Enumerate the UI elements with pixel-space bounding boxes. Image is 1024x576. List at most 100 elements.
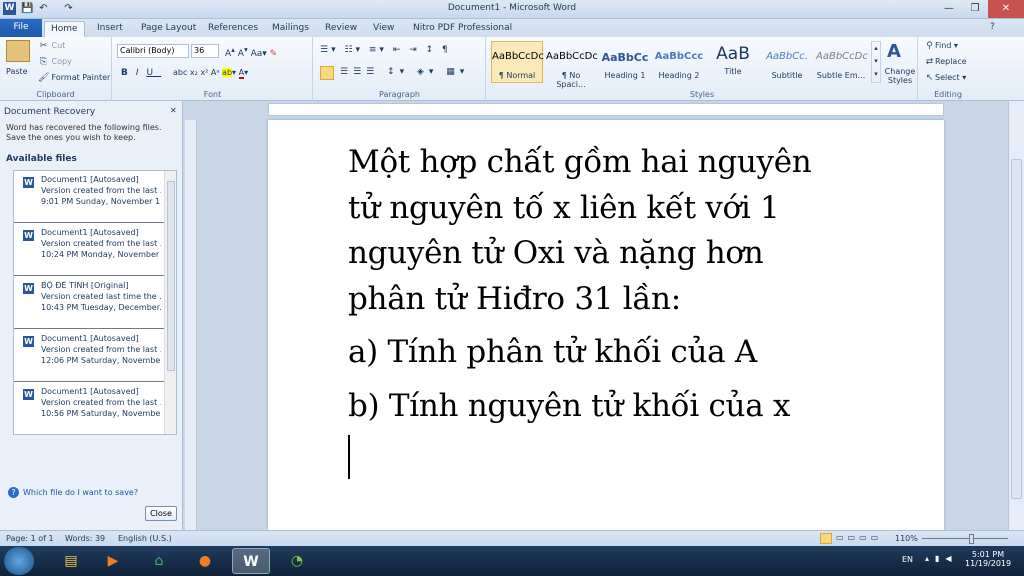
file-explorer-icon[interactable]: ▤ <box>52 548 90 574</box>
scissors-icon: ✂ <box>39 41 48 51</box>
replace-icon: ⇄ <box>925 57 934 67</box>
styles-label: Styles <box>689 90 715 99</box>
firefox-icon[interactable]: ● <box>186 548 224 574</box>
recovered-files-list[interactable]: W Document1 [Autosaved] Version created fr… <box>13 170 177 435</box>
media-player-icon[interactable]: ▶ <box>94 548 132 574</box>
available-files-heading: Available files <box>6 154 77 164</box>
recovered-file-item[interactable]: W Document1 [Autosaved] Version created fr… <box>14 224 164 276</box>
help-icon[interactable]: ? <box>990 22 995 32</box>
tab-insert[interactable]: Insert <box>91 21 129 37</box>
style-subtitle-name: Subtitle <box>771 71 803 80</box>
paste-button[interactable]: Paste <box>6 67 28 76</box>
style-heading-2[interactable]: AaBbCcc Heading 2 <box>653 41 705 83</box>
copy-icon: ⎘ <box>39 57 48 67</box>
pane-close-icon[interactable]: ✕ <box>170 106 177 115</box>
tray-icons[interactable]: ▴▮◀ <box>925 554 958 563</box>
tab-file[interactable]: File <box>0 19 42 37</box>
taskbar: ▤ ▶ ⌂ ● W ◔ EN ▴▮◀ 5:01 PM 11/19/2019 <box>0 546 1024 576</box>
styles-scroll[interactable]: ▴ ▾ ▾ <box>871 41 881 83</box>
find-button[interactable]: ⚲ Find ▾ <box>924 41 958 52</box>
align-left-button[interactable] <box>320 66 334 80</box>
font-size-dropdown[interactable]: 36 <box>191 44 219 58</box>
minimize-button[interactable]: — <box>936 0 962 18</box>
print-layout-view-icon[interactable] <box>820 533 832 544</box>
scroll-thumb[interactable] <box>1011 159 1022 499</box>
document-page[interactable]: Một hợp chất gồm hai nguyên tử nguyên tố… <box>268 120 944 530</box>
document-scrollbar[interactable] <box>1008 101 1024 530</box>
format-painter-button[interactable]: 🖌 Format Painter <box>38 73 110 84</box>
list-buttons[interactable]: ☰▾ ☷▾ ≡▾ ⇤ ⇥ ↕ ¶ <box>320 45 451 55</box>
doc-line: Một hợp chất gồm hai nguyên <box>348 144 812 180</box>
recovered-file-item[interactable]: W Document1 [Autosaved] Version created fr… <box>14 171 164 223</box>
replace-button[interactable]: ⇄ Replace <box>924 57 967 68</box>
style-normal[interactable]: AaBbCcDc ¶ Normal <box>491 41 544 83</box>
cut-button[interactable]: ✂ Cut <box>38 41 66 52</box>
style-no-spacing-preview: AaBbCcDc <box>546 51 598 62</box>
tab-home[interactable]: Home <box>44 21 85 37</box>
doc-line: b) Tính nguyên tử khối của x <box>348 387 791 424</box>
align-buttons[interactable]: ☰☰☰ ↕▾ ◈▾ ▦▾ <box>340 67 469 77</box>
style-no-spacing[interactable]: AaBbCcDc ¶ No Spaci... <box>545 41 598 89</box>
clock-time: 5:01 PM <box>971 550 1005 559</box>
style-title-name: Title <box>724 67 742 76</box>
styles-group: AaBbCcDc ¶ Normal AaBbCcDc ¶ No Spaci... A… <box>487 37 918 101</box>
style-subtitle[interactable]: AaBbCc. Subtitle <box>761 41 813 83</box>
file-date: 10:43 PM Tuesday, December... <box>41 303 161 312</box>
doc-line: phân tử Hiđro 31 lần: <box>348 280 681 317</box>
close-button[interactable]: Close <box>145 506 177 521</box>
close-window-button[interactable]: ✕ <box>988 0 1024 18</box>
language[interactable]: English (U.S.) <box>118 534 172 543</box>
page-count[interactable]: Page: 1 of 1 <box>6 534 54 543</box>
text-cursor <box>348 435 350 479</box>
font-label: Font <box>203 90 222 99</box>
zoom-slider-thumb[interactable] <box>969 534 974 544</box>
language-indicator[interactable]: EN <box>902 555 913 564</box>
recovered-file-item[interactable]: W BỘ ĐỀ TỈNH [Original] Version created la… <box>14 277 164 329</box>
text-effects[interactable]: abc x₂ x² Aᵃ ab▾ A▾ <box>173 68 248 79</box>
word-doc-icon: W <box>23 230 34 241</box>
clock[interactable]: 5:01 PM 11/19/2019 <box>965 550 1011 568</box>
copy-label: Copy <box>51 57 72 66</box>
start-button[interactable] <box>4 547 34 575</box>
paste-icon[interactable] <box>6 40 30 62</box>
select-button[interactable]: ↖ Select ▾ <box>924 73 967 84</box>
font-name-dropdown[interactable]: Calibri (Body) <box>117 44 189 58</box>
binoculars-icon: ⚲ <box>926 41 933 51</box>
green-app-icon[interactable]: ◔ <box>278 548 316 574</box>
format-buttons[interactable]: BIU <box>121 68 161 78</box>
horizontal-ruler[interactable] <box>268 103 944 116</box>
doc-line: nguyên tử Oxi và nặng hơn <box>348 235 764 271</box>
font-size-controls[interactable]: A▴ A▾ Aa▾ ✎ <box>225 45 277 59</box>
tab-page-layout[interactable]: Page Layout <box>135 21 202 37</box>
paragraph-label: Paragraph <box>379 90 420 99</box>
tab-references[interactable]: References <box>202 21 264 37</box>
style-subtle-emphasis[interactable]: AaBbCcDc Subtle Em... <box>815 41 868 83</box>
title-bar: W 💾 ↶ ↷ Document1 - Microsoft Word — ❐ ✕ <box>0 0 1024 19</box>
document-text[interactable]: Một hợp chất gồm hai nguyên tử nguyên tố… <box>348 140 868 479</box>
zoom-slider[interactable] <box>922 538 1008 539</box>
editing-label: Editing <box>934 90 962 99</box>
tab-nitro-pdf[interactable]: Nitro PDF Professional <box>407 21 518 37</box>
change-styles-button[interactable]: Change Styles <box>883 67 917 85</box>
status-bar: Page: 1 of 1 Words: 39 English (U.S.) ▭▭… <box>0 530 1024 546</box>
tab-review[interactable]: Review <box>319 21 363 37</box>
tab-view[interactable]: View <box>367 21 400 37</box>
recovered-file-item[interactable]: W Document1 [Autosaved] Version created fr… <box>14 330 164 382</box>
clock-date: 11/19/2019 <box>965 559 1012 568</box>
word-count[interactable]: Words: 39 <box>65 534 105 543</box>
tab-mailings[interactable]: Mailings <box>266 21 315 37</box>
recovered-file-item[interactable]: W Document1 [Autosaved] Version created fr… <box>14 383 164 434</box>
zoom-level[interactable]: 110% <box>895 534 918 543</box>
style-heading-1[interactable]: AaBbCc Heading 1 <box>599 41 651 83</box>
style-normal-name: ¶ Normal <box>498 71 536 80</box>
maximize-button[interactable]: ❐ <box>962 0 988 18</box>
app-icon[interactable]: ⌂ <box>140 548 178 574</box>
change-styles-icon[interactable]: A <box>887 41 901 62</box>
word-taskbar-icon[interactable]: W <box>232 548 270 574</box>
which-file-link[interactable]: Which file do I want to save? <box>23 488 138 497</box>
style-title[interactable]: AaB Title <box>707 41 759 83</box>
vertical-ruler[interactable] <box>185 120 197 530</box>
copy-button[interactable]: ⎘ Copy <box>38 57 72 68</box>
view-buttons[interactable]: ▭▭▭▭ <box>836 533 882 542</box>
file-list-scrollbar[interactable] <box>164 171 176 434</box>
